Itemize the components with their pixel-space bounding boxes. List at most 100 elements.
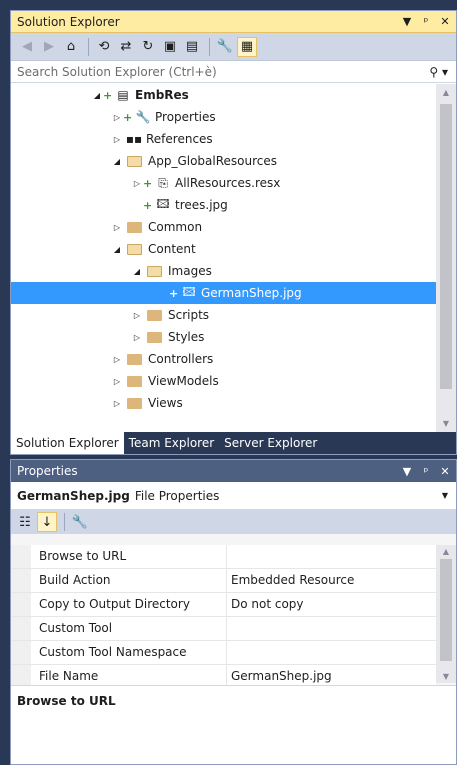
property-name: Custom Tool bbox=[31, 617, 227, 640]
scroll-down-icon[interactable]: ▼ bbox=[436, 419, 456, 428]
expanded-icon[interactable]: ◢ bbox=[111, 245, 123, 254]
solution-explorer-toolbar: ◀ ▶ ⌂ ⟲ ⇄ ↻ ▣ ▤ 🔧 ▦ bbox=[11, 33, 456, 61]
collapsed-icon[interactable]: ▷ bbox=[111, 377, 123, 386]
folder-icon bbox=[127, 397, 142, 409]
image-file-icon: 🖾 bbox=[182, 284, 196, 299]
property-row[interactable]: Custom Tool bbox=[11, 617, 436, 641]
tree-node-label: trees.jpg bbox=[175, 198, 228, 212]
tree-node-allresources[interactable]: ▷ + ⎘ AllResources.resx bbox=[131, 172, 280, 194]
toolbar-separator bbox=[64, 513, 65, 531]
property-row[interactable]: Browse to URL bbox=[11, 545, 436, 569]
properties-toolbar: ☷ ↓ 🔧 bbox=[11, 510, 456, 534]
tree-scrollbar[interactable]: ▲ ▼ bbox=[436, 84, 456, 432]
alphabetical-sort-icon[interactable]: ↓ bbox=[37, 512, 57, 532]
tree-node-label: Images bbox=[168, 264, 212, 278]
expanded-icon[interactable]: ◢ bbox=[91, 91, 103, 100]
show-all-files-icon[interactable]: ▤ bbox=[182, 37, 202, 57]
expanded-icon[interactable]: ◢ bbox=[131, 267, 143, 276]
preview-selected-icon[interactable]: ▦ bbox=[237, 36, 257, 57]
added-icon: + bbox=[169, 286, 179, 300]
collapsed-icon[interactable]: ▷ bbox=[111, 223, 123, 232]
search-input[interactable]: Search Solution Explorer (Ctrl+è) ⚲ ▾ bbox=[11, 61, 456, 83]
tree-node-app-globalresources[interactable]: ◢ App_GlobalResources bbox=[111, 150, 277, 172]
row-gutter bbox=[11, 593, 31, 616]
scrollbar-thumb[interactable] bbox=[440, 104, 452, 389]
property-value[interactable] bbox=[227, 617, 436, 640]
added-icon: + bbox=[143, 198, 153, 212]
pin-icon[interactable]: ᵖ bbox=[418, 15, 434, 28]
chevron-down-icon[interactable]: ▼ bbox=[442, 491, 448, 500]
row-gutter bbox=[11, 545, 31, 568]
tree-node-label: Common bbox=[148, 220, 203, 234]
tab-solution-explorer[interactable]: Solution Explorer bbox=[11, 432, 124, 454]
home-icon[interactable]: ⌂ bbox=[61, 37, 81, 57]
collapsed-icon[interactable]: ▷ bbox=[111, 399, 123, 408]
collapse-all-icon[interactable]: ▣ bbox=[160, 37, 180, 57]
tree-node-controllers[interactable]: ▷ Controllers bbox=[111, 348, 213, 370]
forward-icon[interactable]: ▶ bbox=[39, 37, 59, 57]
property-value[interactable]: Embedded Resource bbox=[227, 569, 436, 592]
expanded-icon[interactable]: ◢ bbox=[111, 157, 123, 166]
tree-node-properties[interactable]: ▷ + 🔧 Properties bbox=[111, 106, 216, 128]
collapsed-icon[interactable]: ▷ bbox=[131, 179, 143, 188]
scroll-up-icon[interactable]: ▲ bbox=[436, 547, 456, 556]
tree-node-styles[interactable]: ▷ Styles bbox=[131, 326, 204, 348]
properties-panel: Properties ▼ ᵖ ✕ GermanShep.jpg File Pro… bbox=[10, 459, 457, 765]
tree-node-label: Content bbox=[148, 242, 196, 256]
close-icon[interactable]: ✕ bbox=[437, 15, 453, 28]
scroll-down-icon[interactable]: ▼ bbox=[436, 672, 456, 681]
tree-node-images[interactable]: ◢ Images bbox=[131, 260, 212, 282]
panel-title: Properties bbox=[17, 464, 78, 478]
tree-node-references[interactable]: ▷ ▪▪ References bbox=[111, 128, 213, 150]
property-pages-icon[interactable]: 🔧 bbox=[70, 512, 90, 532]
scroll-up-icon[interactable]: ▲ bbox=[436, 88, 456, 97]
search-placeholder: Search Solution Explorer (Ctrl+è) bbox=[17, 64, 217, 79]
solution-explorer-titlebar: Solution Explorer ▼ ᵖ ✕ bbox=[11, 11, 456, 33]
categorized-icon[interactable]: ☷ bbox=[15, 512, 35, 532]
tab-server-explorer[interactable]: Server Explorer bbox=[219, 432, 322, 454]
folder-open-icon bbox=[147, 265, 162, 277]
collapsed-icon[interactable]: ▷ bbox=[111, 355, 123, 364]
tree-node-scripts[interactable]: ▷ Scripts bbox=[131, 304, 209, 326]
dropdown-icon[interactable]: ▼ bbox=[399, 15, 415, 28]
property-value[interactable] bbox=[227, 545, 436, 568]
folder-icon bbox=[127, 375, 142, 387]
collapsed-icon[interactable]: ▷ bbox=[131, 333, 143, 342]
property-row[interactable]: Custom Tool Namespace bbox=[11, 641, 436, 665]
tree-node-project[interactable]: ◢ + ▤ EmbRes bbox=[91, 84, 189, 106]
properties-wrench-icon[interactable]: 🔧 bbox=[215, 37, 235, 57]
search-icon[interactable]: ⚲ ▾ bbox=[429, 65, 448, 79]
references-icon: ▪▪ bbox=[125, 132, 143, 146]
tree-node-germanshep-jpg[interactable]: + 🖾 GermanShep.jpg bbox=[11, 282, 436, 304]
tree-node-viewmodels[interactable]: ▷ ViewModels bbox=[111, 370, 219, 392]
folder-open-icon bbox=[127, 243, 142, 255]
property-value[interactable]: Do not copy bbox=[227, 593, 436, 616]
tree-node-common[interactable]: ▷ Common bbox=[111, 216, 202, 238]
collapsed-icon[interactable]: ▷ bbox=[111, 135, 123, 144]
pin-icon[interactable]: ᵖ bbox=[418, 465, 434, 478]
panel-title: Solution Explorer bbox=[17, 14, 120, 29]
tree-node-trees-jpg[interactable]: + 🖾 trees.jpg bbox=[143, 194, 228, 216]
tree-node-content[interactable]: ◢ Content bbox=[111, 238, 196, 260]
dropdown-icon[interactable]: ▼ bbox=[399, 465, 415, 478]
close-icon[interactable]: ✕ bbox=[437, 465, 453, 478]
sync-icon[interactable]: ⇄ bbox=[116, 37, 136, 57]
property-value[interactable] bbox=[227, 641, 436, 664]
folder-icon bbox=[127, 353, 142, 365]
collapsed-icon[interactable]: ▷ bbox=[111, 113, 123, 122]
tree-node-label: Views bbox=[148, 396, 183, 410]
object-selector[interactable]: GermanShep.jpg File Properties ▼ bbox=[11, 482, 456, 510]
description-title: Browse to URL bbox=[17, 694, 116, 708]
refresh-icon[interactable]: ↻ bbox=[138, 37, 158, 57]
tab-team-explorer[interactable]: Team Explorer bbox=[124, 432, 220, 454]
tree-node-views[interactable]: ▷ Views bbox=[111, 392, 183, 414]
collapsed-icon[interactable]: ▷ bbox=[131, 311, 143, 320]
property-row[interactable]: Copy to Output Directory Do not copy bbox=[11, 593, 436, 617]
pending-changes-icon[interactable]: ⟲ bbox=[94, 37, 114, 57]
property-name: Browse to URL bbox=[31, 545, 227, 568]
property-grid-scrollbar[interactable]: ▲ ▼ bbox=[436, 545, 456, 683]
back-icon[interactable]: ◀ bbox=[17, 37, 37, 57]
scrollbar-thumb[interactable] bbox=[440, 559, 452, 661]
resx-file-icon: ⎘ bbox=[158, 175, 168, 190]
property-row[interactable]: Build Action Embedded Resource bbox=[11, 569, 436, 593]
